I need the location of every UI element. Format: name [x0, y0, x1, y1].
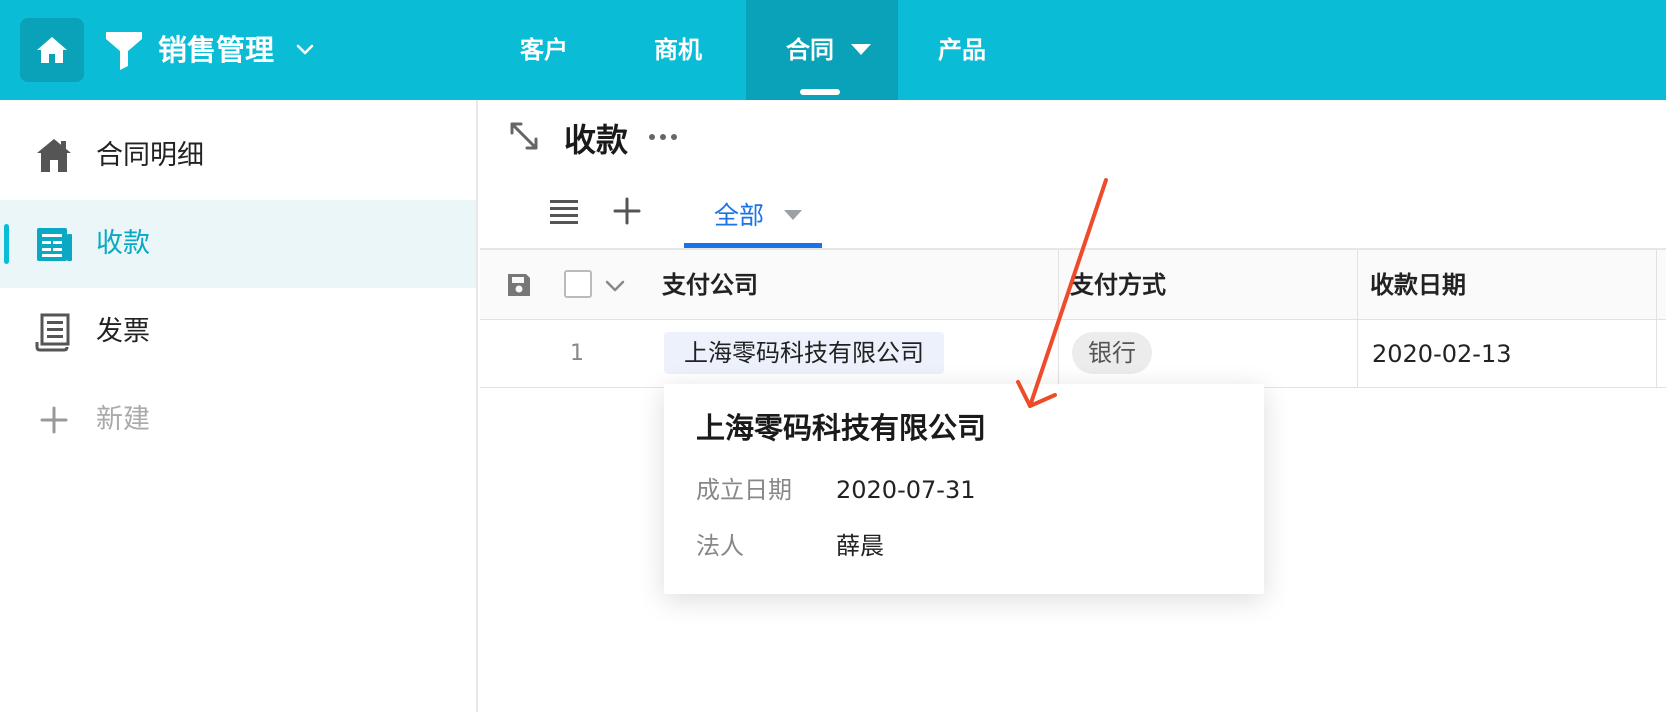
funnel-icon — [106, 32, 142, 70]
active-tab-indicator — [800, 89, 840, 95]
nav-tab-contracts-label: 合同 — [786, 36, 834, 64]
row-number: 1 — [570, 341, 584, 366]
nav-tab-contracts[interactable]: 合同 — [746, 0, 898, 100]
field-value: 薛晨 — [836, 532, 884, 560]
date-cell: 2020-02-13 — [1372, 340, 1512, 368]
sidebar: 合同明细 收款 发票 新建 — [0, 100, 478, 712]
sidebar-item-label: 收款 — [96, 228, 150, 259]
popover-title: 上海零码科技有限公司 — [696, 411, 987, 445]
tab-all-label: 全部 — [714, 201, 765, 230]
sidebar-item-payments[interactable]: 收款 — [0, 200, 476, 288]
field-label: 成立日期 — [696, 476, 792, 504]
list-icon[interactable] — [548, 196, 580, 226]
home-icon — [37, 139, 71, 172]
home-icon — [37, 37, 67, 63]
plus-icon — [40, 406, 68, 434]
caret-down-icon[interactable] — [784, 210, 802, 220]
tab-all[interactable]: 全部 — [684, 186, 822, 250]
nav-tab-products[interactable]: 产品 — [938, 0, 986, 100]
top-navigation-bar: 销售管理 客户 商机 合同 产品 — [0, 0, 1666, 100]
caret-down-icon[interactable] — [851, 44, 871, 55]
field-label: 法人 — [696, 532, 744, 560]
save-icon[interactable] — [506, 272, 532, 298]
page-title: 收款 — [564, 121, 629, 159]
more-icon[interactable] — [648, 132, 678, 142]
sidebar-item-invoices[interactable]: 发票 — [0, 288, 476, 376]
chevron-down-icon[interactable] — [293, 38, 317, 62]
sidebar-item-contract-details[interactable]: 合同明细 — [0, 112, 476, 200]
select-all-checkbox[interactable] — [564, 270, 592, 298]
receipt-icon — [35, 313, 70, 352]
active-indicator — [4, 224, 9, 264]
company-popover: 上海零码科技有限公司 成立日期 2020-07-31 法人 薛晨 — [664, 384, 1264, 594]
app-title[interactable]: 销售管理 — [158, 28, 274, 72]
home-button[interactable] — [20, 18, 84, 82]
column-header-company[interactable]: 支付公司 — [662, 250, 758, 320]
add-view-icon[interactable] — [612, 196, 642, 226]
field-value: 2020-07-31 — [836, 476, 976, 504]
sidebar-item-new[interactable]: 新建 — [0, 376, 476, 464]
sidebar-item-label: 合同明细 — [96, 140, 204, 171]
expand-icon[interactable] — [508, 120, 540, 152]
ledger-icon — [37, 228, 72, 261]
chevron-down-icon[interactable] — [604, 276, 626, 296]
sidebar-item-label: 新建 — [96, 404, 150, 435]
nav-tab-customers[interactable]: 客户 — [520, 0, 568, 100]
nav-tab-opportunities[interactable]: 商机 — [654, 0, 702, 100]
column-header-date[interactable]: 收款日期 — [1370, 250, 1466, 320]
sidebar-item-label: 发票 — [96, 316, 150, 347]
annotation-arrow — [1016, 178, 1108, 408]
company-link[interactable]: 上海零码科技有限公司 — [664, 332, 944, 374]
